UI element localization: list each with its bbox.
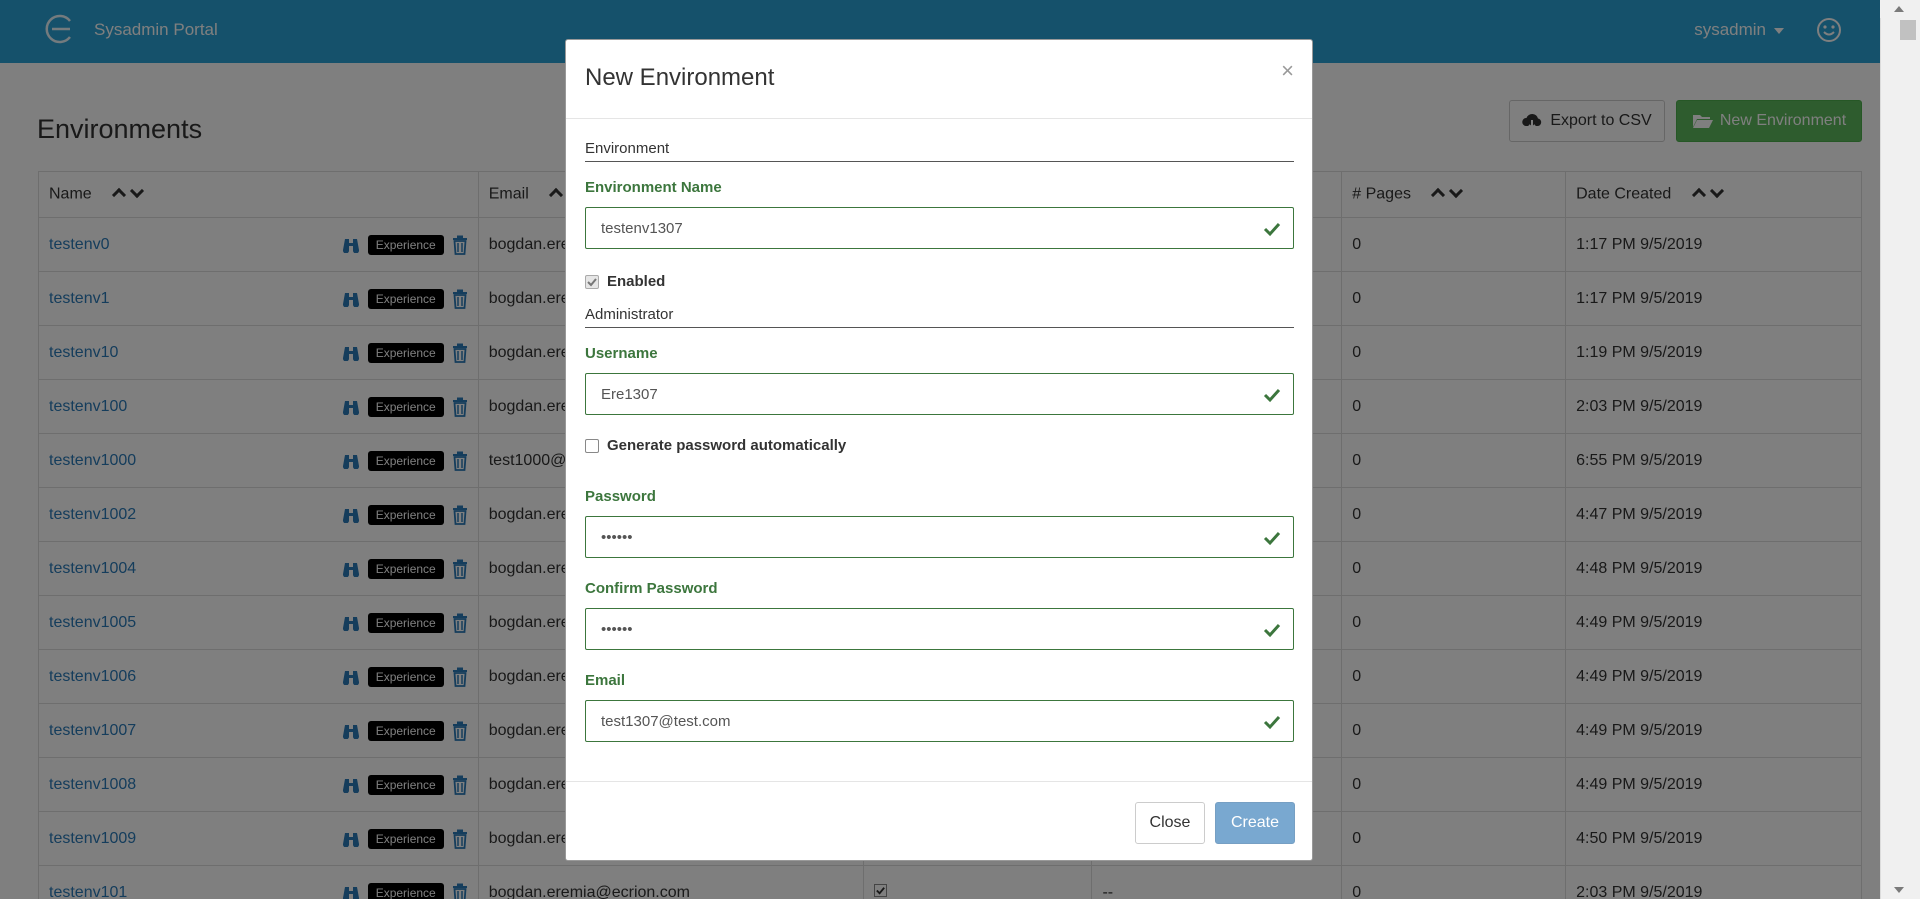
close-icon[interactable]: × bbox=[1281, 58, 1294, 84]
scroll-up-button[interactable] bbox=[1880, 0, 1920, 18]
password-label: Password bbox=[585, 488, 656, 505]
environment-name-label: Environment Name bbox=[585, 179, 722, 196]
vertical-scrollbar[interactable] bbox=[1880, 0, 1920, 899]
checkmark-icon bbox=[1263, 388, 1281, 403]
username-value: Ere1307 bbox=[601, 385, 658, 403]
confirm-password-field[interactable]: •••••• bbox=[585, 608, 1294, 650]
environment-name-value: testenv1307 bbox=[601, 219, 683, 237]
enabled-checkbox[interactable] bbox=[585, 274, 599, 289]
email-field[interactable]: test1307@test.com bbox=[585, 700, 1294, 742]
email-label: Email bbox=[585, 672, 626, 689]
checkmark-icon bbox=[1263, 715, 1281, 730]
checkmark-icon bbox=[1263, 623, 1281, 638]
generate-password-label: Generate password automatically bbox=[607, 437, 847, 454]
scroll-thumb[interactable] bbox=[1900, 20, 1916, 40]
create-button[interactable]: Create bbox=[1215, 802, 1295, 844]
new-environment-dialog: New Environment × Environment Environmen… bbox=[565, 39, 1313, 861]
generate-password-row: Generate password automatically bbox=[585, 437, 846, 454]
confirm-password-value: •••••• bbox=[601, 620, 633, 638]
close-button[interactable]: Close bbox=[1135, 802, 1205, 844]
confirm-password-label: Confirm Password bbox=[585, 580, 718, 597]
password-field[interactable]: •••••• bbox=[585, 516, 1294, 558]
checkmark-icon bbox=[1263, 222, 1281, 237]
modal-header: New Environment × bbox=[566, 40, 1312, 119]
email-value: test1307@test.com bbox=[601, 712, 731, 730]
enabled-label: Enabled bbox=[607, 273, 666, 290]
username-label: Username bbox=[585, 345, 658, 362]
modal-footer: Close Create bbox=[566, 781, 1312, 861]
password-value: •••••• bbox=[601, 528, 633, 546]
enabled-row: Enabled bbox=[585, 273, 665, 290]
environment-name-field[interactable]: testenv1307 bbox=[585, 207, 1294, 249]
checkmark-icon bbox=[587, 277, 597, 286]
scroll-down-button[interactable] bbox=[1880, 881, 1920, 899]
generate-password-checkbox[interactable] bbox=[585, 438, 599, 453]
section-environment: Environment bbox=[585, 140, 1294, 162]
modal-title: New Environment bbox=[585, 64, 775, 91]
username-field[interactable]: Ere1307 bbox=[585, 373, 1294, 415]
checkmark-icon bbox=[1263, 531, 1281, 546]
section-administrator: Administrator bbox=[585, 306, 1294, 328]
